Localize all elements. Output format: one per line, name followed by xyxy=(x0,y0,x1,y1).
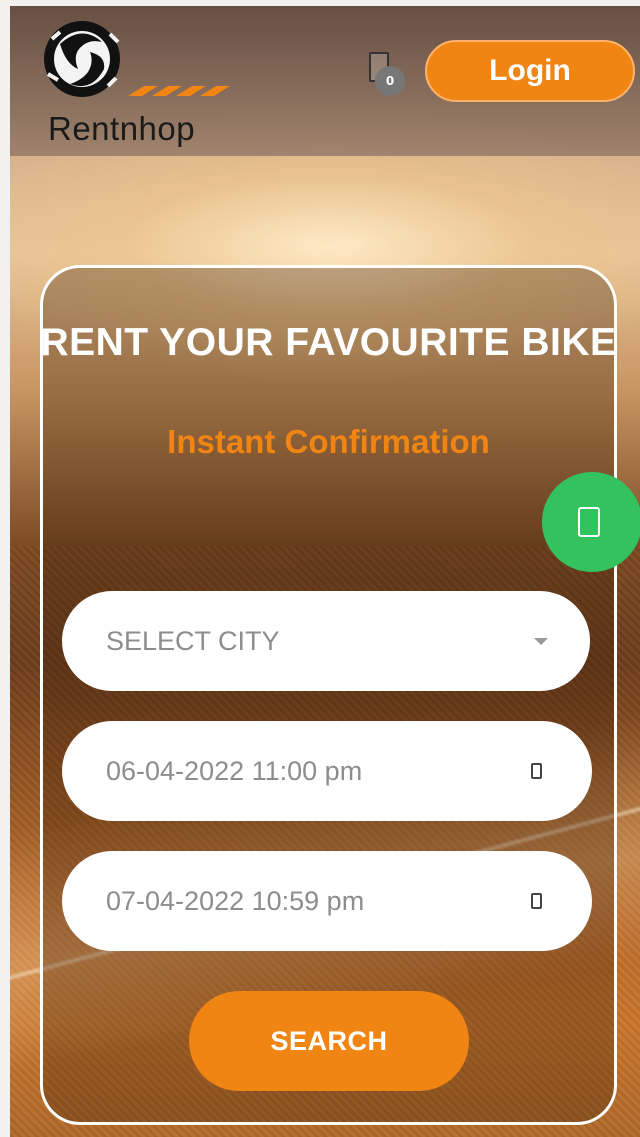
logo-wheel-icon xyxy=(44,21,230,97)
page: Rentnhop 0 Login RENT YOUR FAVOURITE BIK… xyxy=(0,0,640,1137)
page-subtitle: Instant Confirmation xyxy=(167,423,490,460)
calendar-icon[interactable] xyxy=(531,763,542,779)
logo[interactable]: Rentnhop xyxy=(40,14,240,149)
start-datetime-field[interactable]: 06-04-2022 11:00 pm xyxy=(62,721,592,821)
cart-count-badge: 0 xyxy=(375,66,405,96)
cart-button[interactable]: 0 xyxy=(365,48,409,100)
calendar-icon[interactable] xyxy=(531,893,542,909)
header-bar: Rentnhop 0 Login xyxy=(10,6,640,156)
login-button[interactable]: Login xyxy=(425,40,635,102)
end-datetime-value: 07-04-2022 10:59 pm xyxy=(106,885,365,916)
chevron-down-icon xyxy=(534,637,548,645)
page-title: RENT YOUR FAVOURITE BIKE xyxy=(40,321,617,364)
search-button[interactable]: SEARCH xyxy=(189,991,469,1091)
city-select[interactable]: SELECT CITY xyxy=(62,591,590,691)
end-datetime-field[interactable]: 07-04-2022 10:59 pm xyxy=(62,851,592,951)
whatsapp-button[interactable] xyxy=(542,472,640,572)
city-select-value: SELECT CITY xyxy=(106,625,280,656)
logo-wordmark: Rentnhop xyxy=(48,110,196,147)
start-datetime-value: 06-04-2022 11:00 pm xyxy=(106,755,363,786)
whatsapp-icon xyxy=(578,507,600,537)
